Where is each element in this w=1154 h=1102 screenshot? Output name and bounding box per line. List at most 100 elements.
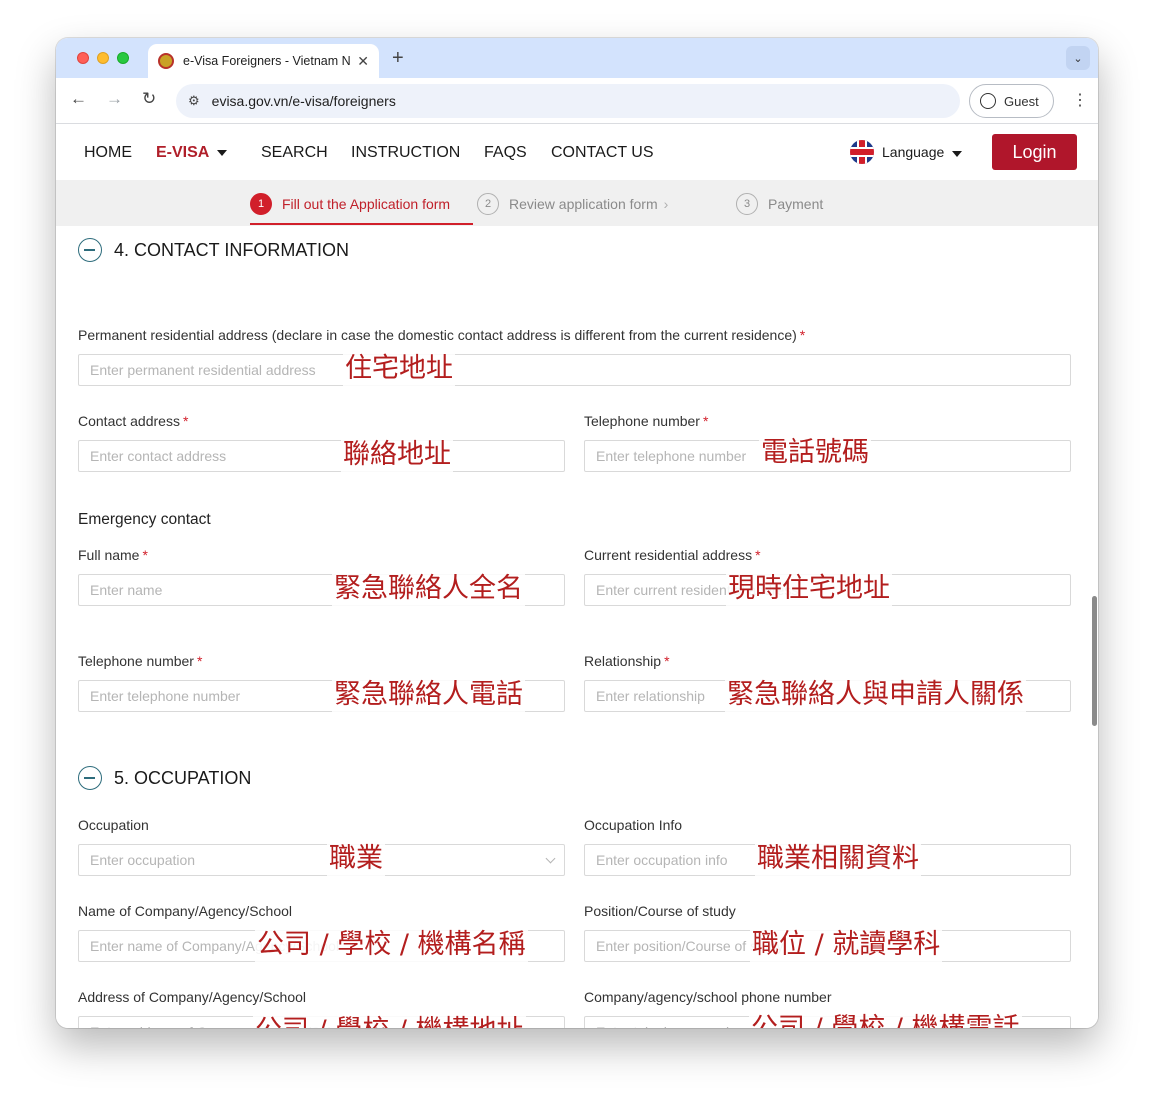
site-settings-icon[interactable]: ⚙ (188, 93, 200, 109)
tab-strip: e-Visa Foreigners - Vietnam N ✕ + ⌄ (56, 38, 1098, 78)
nav-contact-us[interactable]: CONTACT US (551, 144, 654, 162)
collapse-icon[interactable] (78, 238, 102, 262)
ec-relationship-label: Relationship * (584, 653, 670, 669)
reload-icon[interactable]: ↻ (142, 89, 156, 109)
back-icon[interactable]: ← (70, 89, 87, 109)
step-number: 2 (477, 193, 499, 215)
company-address-label: Address of Company/Agency/School (78, 989, 307, 1005)
label-text: Telephone number (78, 653, 194, 669)
page-scrollbar[interactable] (1092, 596, 1097, 726)
nav-home[interactable]: HOME (84, 144, 132, 162)
application-steps: 1 Fill out the Application form 2 Review… (56, 180, 1098, 226)
nav-instruction[interactable]: INSTRUCTION (351, 144, 460, 162)
ec-telephone-label: Telephone number * (78, 653, 202, 669)
profile-icon (980, 93, 996, 109)
annotation-ec-telephone: 緊急聯絡人電話 (332, 678, 525, 712)
close-tab-icon[interactable]: ✕ (357, 53, 369, 70)
browser-window: e-Visa Foreigners - Vietnam N ✕ + ⌄ ← → … (56, 38, 1098, 1028)
annotation-ec-current-address: 現時住宅地址 (726, 572, 892, 606)
section-contact-information-header[interactable]: 4. CONTACT INFORMATION (78, 238, 349, 262)
required-mark: * (702, 413, 709, 429)
occupation-placeholder: Enter occupation (90, 852, 196, 868)
site-emblem-icon (158, 53, 174, 69)
annotation-position: 職位 / 就讀學科 (750, 928, 943, 962)
language-selector[interactable]: Language (850, 140, 963, 164)
step-label: Review application form (509, 196, 658, 212)
tab-title: e-Visa Foreigners - Vietnam N (183, 54, 351, 68)
caret-down-icon (217, 149, 228, 156)
label-text: Contact address (78, 413, 180, 429)
emergency-contact-heading: Emergency contact (78, 511, 211, 528)
step-label: Payment (768, 196, 824, 212)
step-number: 1 (250, 193, 272, 215)
annotation-company-address: 公司 / 學校 / 機構地址 (253, 1014, 526, 1028)
annotation-company-phone: 公司 / 學校 / 機構電話 (749, 1012, 1022, 1028)
section-title: 4. CONTACT INFORMATION (114, 239, 350, 260)
step-review-form[interactable]: 2 Review application form › (477, 193, 668, 215)
telephone-label: Telephone number * (584, 413, 708, 429)
section-title: 5. OCCUPATION (114, 767, 252, 788)
label-text: Permanent residential address (declare i… (78, 327, 797, 343)
step-payment[interactable]: 3 Payment (736, 193, 823, 215)
caret-down-icon (952, 151, 963, 157)
site-navigation: HOME E-VISA SEARCH INSTRUCTION FAQS CONT… (56, 124, 1098, 180)
active-step-underline (250, 223, 473, 225)
browser-toolbar: ← → ↻ ⚙ evisa.gov.vn/e-visa/foreigners G… (56, 78, 1098, 124)
position-label: Position/Course of study (584, 903, 736, 919)
company-name-label: Name of Company/Agency/School (78, 903, 292, 919)
forward-icon[interactable]: → (106, 89, 123, 109)
company-phone-label: Company/agency/school phone number (584, 989, 832, 1005)
language-label: Language (882, 144, 945, 160)
step-number: 3 (736, 193, 758, 215)
chevron-down-icon (545, 853, 556, 864)
annotation-ec-relationship: 緊急聯絡人與申請人關係 (725, 678, 1026, 712)
label-text: Current residential address (584, 547, 753, 563)
occupation-info-label: Occupation Info (584, 817, 683, 833)
annotation-occupation-info: 職業相關資料 (755, 842, 921, 876)
section-occupation-header[interactable]: 5. OCCUPATION (78, 766, 251, 790)
close-window-button[interactable] (77, 52, 89, 64)
step-fill-form[interactable]: 1 Fill out the Application form (250, 193, 450, 215)
permanent-address-label: Permanent residential address (declare i… (78, 327, 805, 343)
nav-search[interactable]: SEARCH (261, 144, 328, 162)
label-text: Telephone number (584, 413, 700, 429)
maximize-window-button[interactable] (117, 52, 129, 64)
contact-address-input[interactable]: Enter contact address (78, 440, 565, 472)
required-mark: * (182, 413, 189, 429)
new-tab-button[interactable]: + (392, 47, 404, 70)
permanent-address-input[interactable]: Enter permanent residential address (78, 354, 1071, 386)
annotation-contact-address: 聯絡地址 (341, 438, 453, 472)
nav-evisa[interactable]: E-VISA (156, 144, 228, 162)
required-mark: * (196, 653, 203, 669)
address-bar[interactable]: ⚙ evisa.gov.vn/e-visa/foreigners (176, 84, 960, 118)
url-text[interactable]: evisa.gov.vn/e-visa/foreigners (212, 93, 396, 109)
login-button[interactable]: Login (992, 134, 1077, 170)
annotation-telephone: 電話號碼 (759, 436, 871, 470)
occupation-select[interactable]: Enter occupation (78, 844, 565, 876)
annotation-permanent-address: 住宅地址 (343, 352, 455, 386)
annotation-occupation: 職業 (327, 842, 385, 876)
uk-flag-icon (850, 140, 874, 164)
occupation-label: Occupation (78, 817, 149, 833)
label-text: Relationship (584, 653, 662, 669)
ec-current-address-label: Current residential address * (584, 547, 761, 563)
step-label: Fill out the Application form (282, 196, 451, 212)
label-text: Full name (78, 547, 140, 563)
annotation-company-name: 公司 / 學校 / 機構名稱 (255, 928, 528, 962)
browser-tab[interactable]: e-Visa Foreigners - Vietnam N ✕ (148, 44, 379, 78)
required-mark: * (142, 547, 148, 563)
required-mark: * (755, 547, 761, 563)
contact-address-label: Contact address * (78, 413, 188, 429)
nav-faqs[interactable]: FAQS (484, 144, 527, 162)
annotation-ec-full-name: 緊急聯絡人全名 (332, 572, 525, 606)
application-form: 4. CONTACT INFORMATION Permanent residen… (56, 226, 1098, 1028)
required-mark: * (799, 327, 806, 343)
tab-search-button[interactable]: ⌄ (1066, 46, 1090, 70)
collapse-icon[interactable] (78, 766, 102, 790)
profile-button[interactable]: Guest (969, 84, 1054, 118)
required-mark: * (664, 653, 670, 669)
profile-label: Guest (1004, 93, 1039, 109)
ec-full-name-label: Full name * (78, 547, 148, 563)
browser-menu-icon[interactable]: ⋮ (1072, 90, 1088, 110)
minimize-window-button[interactable] (97, 52, 109, 64)
